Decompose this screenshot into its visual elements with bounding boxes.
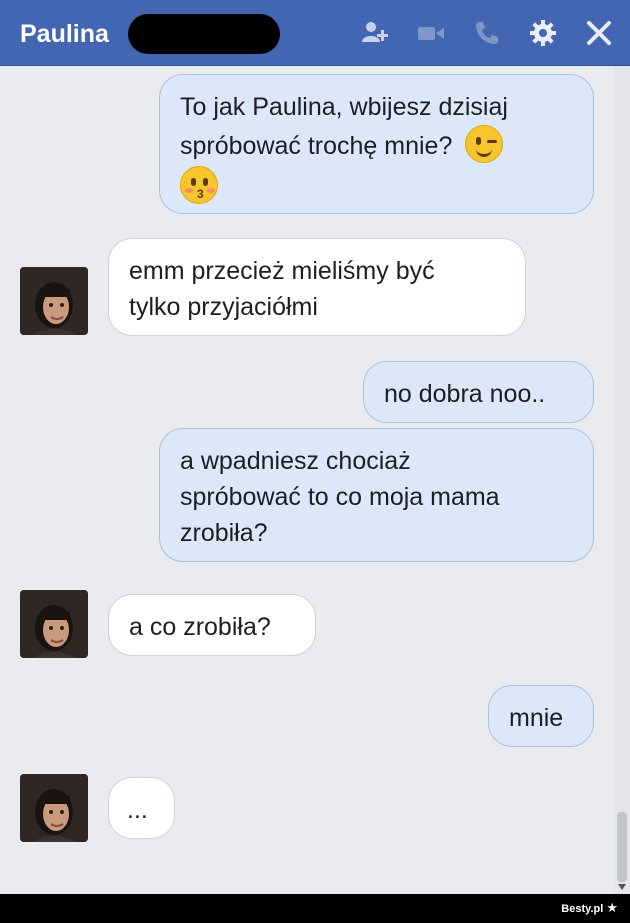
winking-face-emoji [465, 125, 504, 163]
message-bubble-sent: no dobra noo.. [363, 361, 594, 423]
close-icon[interactable] [584, 18, 614, 48]
message-text: a co zrobiła? [129, 613, 271, 641]
footer-bar: Besty.pl ★ [0, 894, 630, 923]
message-text: To jak Paulina, wbijesz dzisiaj [180, 93, 508, 121]
message-bubble-received: emm przecież mieliśmy być tylko przyjaci… [108, 238, 526, 336]
watermark: Besty.pl ★ [561, 900, 618, 915]
kissing-face-emoji: 3 [180, 166, 218, 204]
avatar[interactable] [20, 267, 88, 335]
message-text: tylko przyjaciółmi [129, 293, 318, 321]
message-bubble-sent: To jak Paulina, wbijesz dzisiaj spróbowa… [159, 74, 594, 214]
scrollbar-thumb[interactable] [617, 812, 627, 882]
message-text: ... [127, 796, 148, 824]
scrollbar[interactable] [614, 66, 630, 894]
phone-icon[interactable] [472, 18, 502, 48]
message-text: mnie [509, 704, 564, 732]
contact-name[interactable]: Paulina [20, 19, 109, 49]
redacted-surname [128, 14, 280, 54]
message-text: a wpadniesz chociaż [180, 447, 411, 475]
avatar[interactable] [20, 774, 88, 842]
scroll-down-arrow-icon[interactable] [618, 884, 626, 890]
message-bubble-received: ... [108, 777, 175, 839]
message-text: no dobra noo.. [384, 380, 546, 408]
avatar[interactable] [20, 590, 88, 658]
message-bubble-sent: a wpadniesz chociaż spróbować to co moja… [159, 428, 594, 562]
message-bubble-received: a co zrobiła? [108, 594, 316, 656]
gear-icon[interactable] [528, 18, 558, 48]
message-text: zrobiła? [180, 519, 268, 547]
add-friend-icon[interactable] [360, 18, 390, 48]
chat-header: Paulina [0, 0, 630, 66]
message-list[interactable]: To jak Paulina, wbijesz dzisiaj spróbowa… [0, 66, 630, 894]
message-bubble-sent: mnie [488, 685, 594, 747]
message-text: emm przecież mieliśmy być [129, 257, 435, 285]
message-text: spróbować to co moja mama [180, 483, 500, 511]
message-text: spróbować trochę mnie? [180, 132, 453, 160]
video-call-icon[interactable] [416, 18, 446, 48]
